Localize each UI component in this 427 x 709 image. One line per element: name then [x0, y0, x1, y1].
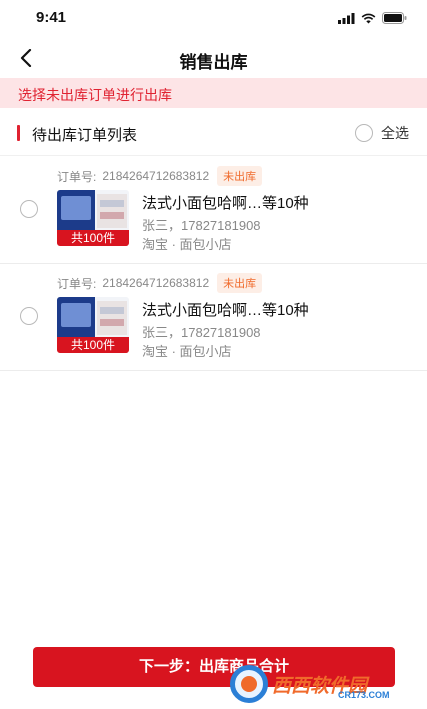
status-icons — [338, 12, 407, 24]
shop-info: 淘宝 · 面包小店 — [142, 237, 232, 252]
customer-info: 张三，17827181908 — [142, 218, 261, 233]
select-all-label: 全选 — [381, 125, 409, 141]
product-thumbnail: 共100件 — [57, 190, 129, 246]
hint-text: 选择未出库订单进行出库 — [18, 87, 172, 103]
order-item[interactable]: 订单号: 2184264712683812 未出库 共100件 法式小面包哈啊…… — [0, 157, 427, 264]
order-number-row: 订单号: 2184264712683812 未出库 — [57, 166, 263, 186]
radio-circle-icon[interactable] — [355, 124, 373, 142]
order-list: 订单号: 2184264712683812 未出库 共100件 法式小面包哈啊…… — [0, 157, 427, 371]
nav-bar: 销售出库 — [0, 38, 427, 78]
order-number-label: 订单号: — [57, 169, 97, 184]
order-number: 2184264712683812 — [102, 276, 210, 290]
status-time: 9:41 — [36, 9, 67, 26]
watermark-circle-icon — [230, 665, 268, 703]
section-header: 待出库订单列表 全选 — [0, 112, 427, 156]
order-select-radio[interactable] — [20, 307, 38, 325]
status-bar: 9:41 — [0, 0, 427, 36]
wifi-icon — [361, 13, 376, 23]
shop-info: 淘宝 · 面包小店 — [142, 344, 232, 359]
hint-banner: 选择未出库订单进行出库 — [0, 78, 427, 108]
page-title: 销售出库 — [179, 53, 248, 72]
section-accent-bar — [17, 125, 20, 141]
signal-icon — [338, 12, 355, 24]
item-count-badge: 共100件 — [57, 337, 129, 353]
order-number: 2184264712683812 — [102, 169, 210, 183]
watermark-logo: 西西软件园 CR173.COM — [230, 660, 425, 708]
order-number-label: 订单号: — [57, 276, 97, 291]
item-count-badge: 共100件 — [57, 230, 129, 246]
product-thumbnail: 共100件 — [57, 297, 129, 353]
product-name: 法式小面包哈啊…等10种 — [142, 195, 309, 212]
order-item[interactable]: 订单号: 2184264712683812 未出库 共100件 法式小面包哈啊…… — [0, 264, 427, 371]
product-name: 法式小面包哈啊…等10种 — [142, 302, 309, 319]
status-badge: 未出库 — [217, 166, 263, 186]
watermark-url: CR173.COM — [338, 690, 390, 700]
order-select-radio[interactable] — [20, 200, 38, 218]
battery-icon — [382, 12, 407, 24]
order-number-row: 订单号: 2184264712683812 未出库 — [57, 273, 263, 293]
section-title: 待出库订单列表 — [32, 127, 138, 144]
select-all-toggle[interactable]: 全选 — [355, 123, 409, 143]
status-badge: 未出库 — [217, 273, 263, 293]
customer-info: 张三，17827181908 — [142, 325, 261, 340]
